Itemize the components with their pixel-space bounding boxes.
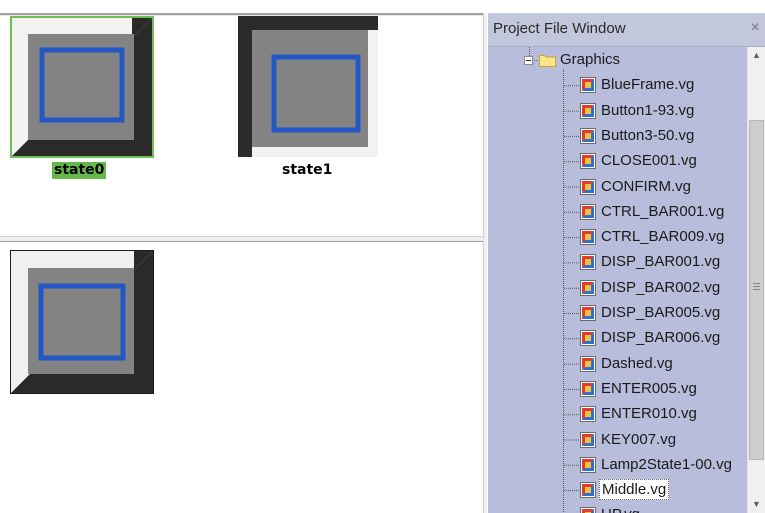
vector-graphic-file-icon bbox=[580, 507, 596, 513]
file-tree: Graphics BlueFrame.vg Button1-93.vg Button3… bbox=[488, 47, 747, 513]
close-icon[interactable]: × bbox=[748, 19, 762, 37]
pane-right-edge[interactable] bbox=[483, 13, 487, 513]
tree-file-item[interactable]: CTRL_BAR009.vg bbox=[488, 224, 747, 249]
tree-file-item[interactable]: DISP_BAR002.vg bbox=[488, 275, 747, 300]
vector-graphic-file-icon bbox=[580, 456, 596, 473]
tree-file-item[interactable]: UP.vg bbox=[488, 502, 747, 513]
tree-file-item[interactable]: DISP_BAR005.vg bbox=[488, 300, 747, 325]
vector-graphic-file-icon bbox=[580, 330, 596, 347]
vector-graphic-file-icon bbox=[580, 406, 596, 423]
tree-file-label: Button1-93.vg bbox=[601, 101, 695, 119]
tree-file-item[interactable]: Lamp2State1-00.vg bbox=[488, 452, 747, 477]
tree-file-item[interactable]: CTRL_BAR001.vg bbox=[488, 199, 747, 224]
tree-folder-label: Graphics bbox=[560, 51, 621, 68]
vector-graphic-file-icon bbox=[580, 254, 596, 271]
vector-graphic-file-icon bbox=[580, 203, 596, 220]
tree-file-label: Middle.vg bbox=[599, 479, 670, 501]
vertical-scrollbar[interactable]: ▲ ▼ bbox=[747, 47, 765, 513]
vector-graphic-file-icon bbox=[580, 482, 596, 499]
tree-file-item[interactable]: CLOSE001.vg bbox=[488, 148, 747, 173]
tree-file-label: Button3-50.vg bbox=[601, 126, 695, 144]
tree-file-label: CTRL_BAR009.vg bbox=[601, 228, 725, 246]
tree-file-label: ENTER010.vg bbox=[601, 405, 697, 423]
project-file-window: Project File Window × Graphics BlueFrame.… bbox=[488, 13, 765, 513]
scrollbar-thumb[interactable] bbox=[749, 120, 764, 460]
tree-file-label: DISP_BAR006.vg bbox=[601, 329, 721, 347]
tree-file-label: UP.vg bbox=[601, 505, 640, 513]
horizontal-splitter[interactable] bbox=[0, 236, 487, 242]
graphics-editor: state0 state1 bbox=[0, 0, 487, 513]
vector-graphic-file-icon bbox=[580, 77, 596, 94]
tree-file-item[interactable]: DISP_BAR006.vg bbox=[488, 325, 747, 350]
tree-file-item[interactable]: BlueFrame.vg bbox=[488, 72, 747, 97]
state1-thumbnail[interactable] bbox=[238, 16, 378, 157]
tree-file-item[interactable]: KEY007.vg bbox=[488, 427, 747, 452]
project-file-window-titlebar: Project File Window × bbox=[488, 13, 765, 47]
tree-file-item[interactable]: ENTER005.vg bbox=[488, 376, 747, 401]
tree-file-label: Dashed.vg bbox=[601, 354, 673, 372]
vector-graphic-file-icon bbox=[580, 355, 596, 372]
vector-graphic-file-icon bbox=[580, 305, 596, 321]
scroll-down-arrow-icon[interactable]: ▼ bbox=[748, 496, 765, 513]
vector-graphic-file-icon bbox=[580, 279, 596, 296]
tree-file-label: DISP_BAR002.vg bbox=[601, 278, 721, 296]
vector-graphic-file-icon bbox=[580, 178, 596, 195]
tree-file-item[interactable]: ENTER010.vg bbox=[488, 401, 747, 426]
tree-file-item[interactable]: Button3-50.vg bbox=[488, 123, 747, 148]
tree-file-item[interactable]: Middle.vg bbox=[488, 477, 747, 502]
vector-graphic-file-icon bbox=[580, 431, 596, 448]
tree-file-label: DISP_BAR001.vg bbox=[601, 253, 721, 271]
vector-graphic-file-icon bbox=[580, 153, 596, 170]
state0-label[interactable]: state0 bbox=[52, 162, 107, 179]
folder-icon bbox=[539, 55, 556, 67]
tree-file-label: CONFIRM.vg bbox=[601, 177, 691, 195]
vector-graphic-file-icon bbox=[580, 229, 596, 246]
tree-file-item[interactable]: Button1-93.vg bbox=[488, 98, 747, 123]
tree-file-item[interactable]: CONFIRM.vg bbox=[488, 174, 747, 199]
tree-file-label: DISP_BAR005.vg bbox=[601, 304, 721, 321]
vector-graphic-file-icon bbox=[580, 127, 596, 144]
preview-thumbnail[interactable] bbox=[10, 250, 154, 394]
state1-label[interactable]: state1 bbox=[280, 162, 334, 179]
tree-folder-graphics[interactable]: Graphics bbox=[488, 47, 747, 72]
project-file-window-title: Project File Window bbox=[493, 20, 626, 37]
tree-file-label: KEY007.vg bbox=[601, 430, 677, 448]
state0-thumbnail[interactable] bbox=[10, 16, 154, 158]
tree-file-label: ENTER005.vg bbox=[601, 379, 697, 397]
tree-file-label: CLOSE001.vg bbox=[601, 152, 697, 170]
scrollbar-grip-icon bbox=[753, 283, 760, 290]
tree-file-item[interactable]: Dashed.vg bbox=[488, 351, 747, 376]
tree-file-label: Lamp2State1-00.vg bbox=[601, 455, 732, 473]
vector-graphic-file-icon bbox=[580, 380, 596, 397]
tree-file-label: BlueFrame.vg bbox=[601, 76, 695, 94]
vector-graphic-file-icon bbox=[580, 102, 596, 119]
tree-file-label: CTRL_BAR001.vg bbox=[601, 202, 725, 220]
collapse-toggle-icon[interactable] bbox=[524, 56, 533, 65]
tree-file-item[interactable]: DISP_BAR001.vg bbox=[488, 249, 747, 274]
scroll-up-arrow-icon[interactable]: ▲ bbox=[748, 47, 765, 64]
